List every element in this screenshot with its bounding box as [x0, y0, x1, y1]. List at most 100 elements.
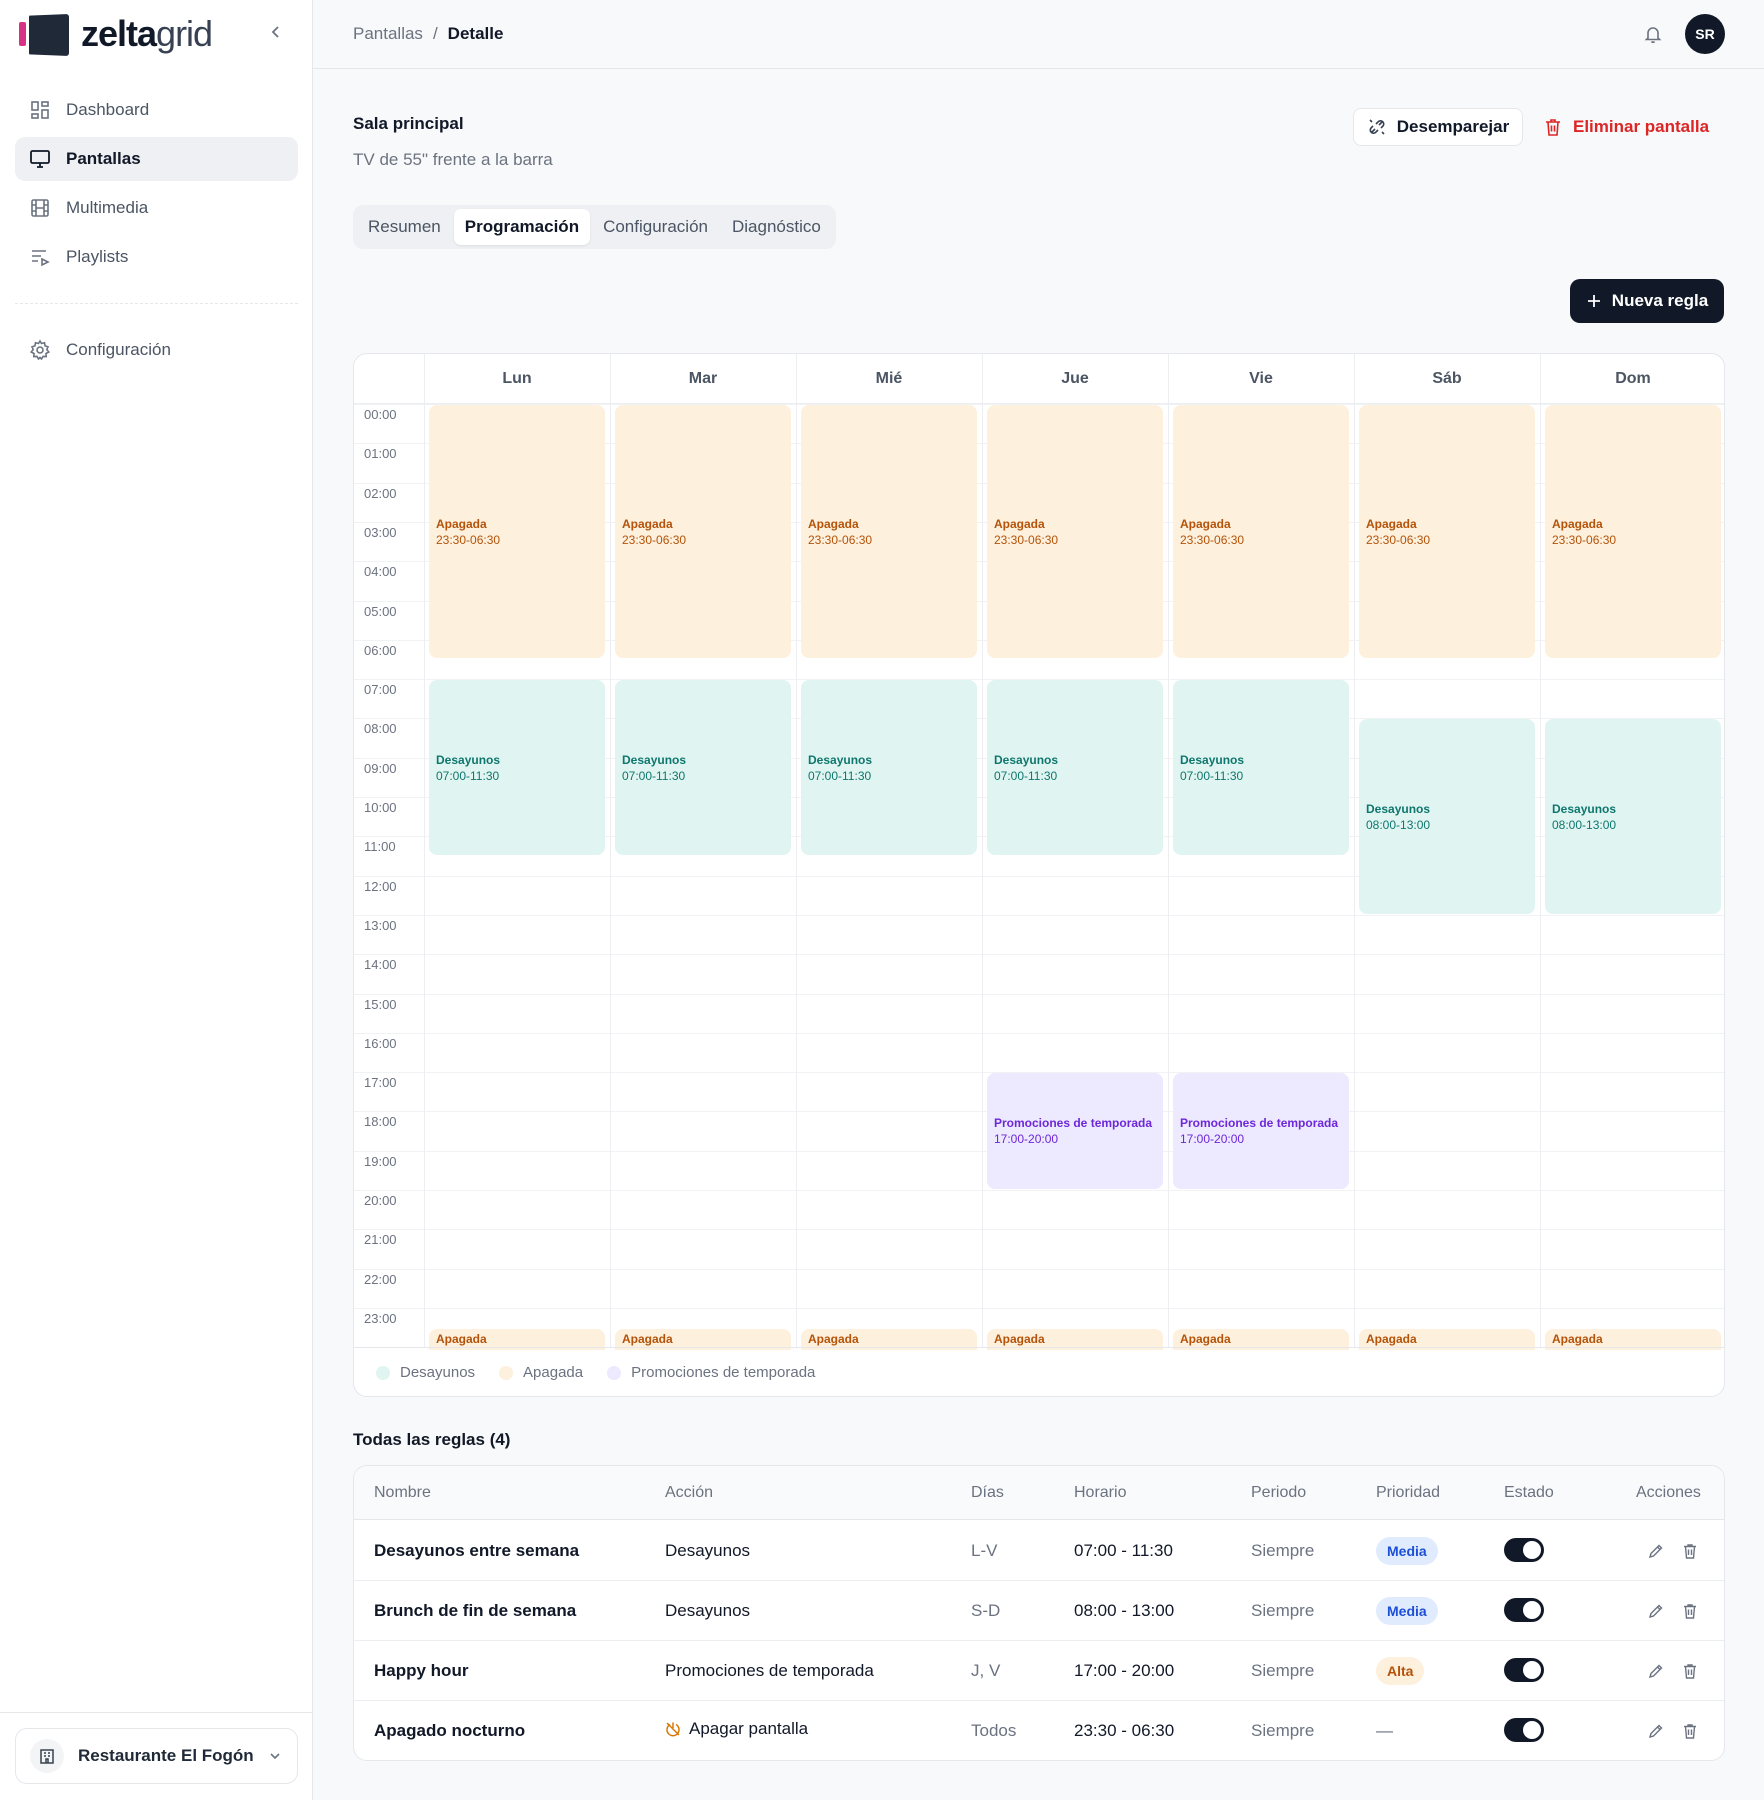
new-rule-button[interactable]: Nueva regla [1570, 279, 1724, 323]
rule-days: Todos [971, 1721, 1017, 1740]
event-time: 07:00-11:30 [1180, 768, 1244, 783]
day-header: Jue [982, 354, 1168, 404]
schedule-event-off[interactable]: Apagada 23:30-06:30 [987, 405, 1163, 659]
event-title: Apagada [1552, 1331, 1603, 1346]
weekly-schedule-calendar: 00:00 01:00 02:00 03:00 04:00 05:00 06:00 07:00… [353, 353, 1725, 1397]
event-title: Apagada [994, 1331, 1045, 1346]
schedule-event-off[interactable]: Apagada 23:30-06:30 [801, 405, 977, 659]
hour-gridline [354, 1307, 1724, 1309]
rule-days: L-V [971, 1541, 998, 1560]
column-header-accion: Acción [665, 1484, 714, 1501]
event-title: Promociones de temporada [1180, 1116, 1339, 1131]
table-row[interactable]: Brunch de fin de semana Desayunos S-D 08… [354, 1581, 1724, 1641]
event-title: Desayunos [436, 752, 501, 767]
schedule-event-bk[interactable]: Desayunos 08:00-13:00 [1545, 719, 1721, 914]
rule-enabled-toggle[interactable] [1504, 1598, 1544, 1622]
sidebar-item-configuracion[interactable]: Configuración [15, 328, 298, 372]
schedule-event-bk[interactable]: Desayunos 07:00-11:30 [1173, 680, 1349, 855]
schedule-event-promo[interactable]: Promociones de temporada 17:00-20:00 [987, 1073, 1163, 1189]
schedule-event-bk[interactable]: Desayunos 07:00-11:30 [429, 680, 605, 855]
tab-configuracion[interactable]: Configuración [592, 209, 719, 245]
event-time: 07:00-11:30 [436, 768, 500, 783]
table-row[interactable]: Apagado nocturno Apagar pantalla Todos 2… [354, 1701, 1724, 1760]
edit-icon[interactable] [1647, 1722, 1665, 1740]
rule-enabled-toggle[interactable] [1504, 1538, 1544, 1562]
delete-screen-button[interactable]: Eliminar pantalla [1543, 108, 1709, 146]
rule-action-label: Apagar pantalla [689, 1719, 809, 1738]
schedule-event-promo[interactable]: Promociones de temporada 17:00-20:00 [1173, 1073, 1349, 1189]
hour-label: 18:00 [364, 1114, 397, 1130]
hour-label: 09:00 [364, 760, 397, 776]
user-avatar[interactable]: SR [1685, 14, 1725, 54]
event-time: 23:30-06:30 [1366, 532, 1431, 547]
tab-diagnostico[interactable]: Diagnóstico [721, 209, 832, 245]
schedule-event-off[interactable]: Apagada 23:30-06:30 [429, 405, 605, 659]
rule-enabled-toggle[interactable] [1504, 1658, 1544, 1682]
new-rule-label: Nueva regla [1611, 291, 1709, 310]
table-row[interactable]: Desayunos entre semana Desayunos L-V 07:… [354, 1521, 1724, 1581]
hour-label: 17:00 [364, 1075, 397, 1091]
tab-programacion[interactable]: Programación [453, 209, 591, 245]
event-time: 17:00-20:00 [994, 1132, 1059, 1147]
screen-title: Sala principal [353, 114, 464, 133]
tab-resumen[interactable]: Resumen [357, 209, 452, 245]
priority-badge: Media [1376, 1597, 1438, 1625]
day-header-gutter [354, 354, 424, 404]
column-header-nombre: Nombre [374, 1484, 431, 1501]
hour-gridline [354, 954, 1724, 956]
schedule-event-off[interactable]: Apagada 23:30-06:30 [1359, 405, 1535, 659]
breadcrumb-current: Detalle [447, 24, 504, 43]
trash-icon[interactable] [1681, 1602, 1699, 1620]
unpair-button[interactable]: Desemparejar [1353, 108, 1523, 146]
event-title: Apagada [808, 1331, 859, 1346]
legend-label: Desayunos [400, 1364, 476, 1381]
trash-icon[interactable] [1681, 1722, 1699, 1740]
schedule-event-bk[interactable]: Desayunos 07:00-11:30 [987, 680, 1163, 855]
sidebar-item-pantallas[interactable]: Pantallas [15, 137, 298, 181]
gear-icon [29, 339, 51, 361]
sidebar-nav: Dashboard Pantallas Multimedia Playlists… [15, 88, 298, 377]
notifications-button[interactable] [1642, 23, 1664, 45]
rule-schedule: 17:00 - 20:00 [1074, 1661, 1175, 1680]
rule-period: Siempre [1251, 1541, 1315, 1560]
event-title: Apagada [436, 516, 487, 531]
breadcrumb-link-pantallas[interactable]: Pantallas [353, 24, 423, 44]
edit-icon[interactable] [1647, 1602, 1665, 1620]
event-title: Apagada [622, 1331, 673, 1346]
schedule-event-bk[interactable]: Desayunos 08:00-13:00 [1359, 719, 1535, 914]
sidebar-footer-divider [0, 1712, 313, 1713]
schedule-event-off[interactable]: Apagada 23:30-06:30 [1173, 405, 1349, 659]
hour-label: 10:00 [364, 800, 397, 815]
trash-icon[interactable] [1681, 1542, 1699, 1560]
table-row[interactable]: Happy hour Promociones de temporada J, V… [354, 1641, 1724, 1701]
collapse-sidebar-button[interactable] [266, 22, 286, 42]
edit-icon[interactable] [1647, 1542, 1665, 1560]
trash-icon[interactable] [1681, 1662, 1699, 1680]
schedule-event-bk[interactable]: Desayunos 07:00-11:30 [615, 680, 791, 855]
day-column-divider [1168, 354, 1169, 1347]
sidebar-item-multimedia[interactable]: Multimedia [15, 186, 298, 230]
film-icon [31, 199, 49, 217]
screen-tabs: Resumen Programación Configuración Diagn… [353, 205, 836, 249]
plus-icon [1587, 295, 1600, 307]
edit-icon[interactable] [1647, 1662, 1665, 1680]
event-title: Apagada [808, 516, 859, 531]
sidebar-item-playlists[interactable]: Playlists [15, 235, 298, 279]
schedule-event-bk[interactable]: Desayunos 07:00-11:30 [801, 680, 977, 855]
column-header-dias: Días [971, 1484, 1004, 1501]
rule-enabled-toggle[interactable] [1504, 1718, 1544, 1742]
chevron-down-icon [270, 1753, 280, 1760]
monitor-icon [30, 150, 50, 168]
brand-logo[interactable]: zeltagrid [19, 12, 213, 56]
hour-label: 21:00 [364, 1232, 397, 1248]
event-title: Desayunos [808, 752, 873, 767]
schedule-event-off[interactable]: Apagada 23:30-06:30 [615, 405, 791, 659]
schedule-event-off[interactable]: Apagada 23:30-06:30 [1545, 405, 1721, 659]
organization-switcher[interactable]: Restaurante El Fogón [15, 1728, 298, 1784]
sidebar: zeltagrid Dashboard Pantallas Multimedia… [0, 0, 313, 1800]
legend-item-apagada: Apagada [499, 1364, 583, 1381]
legend-label: Promociones de temporada [631, 1364, 816, 1381]
hour-label: 07:00 [364, 682, 397, 698]
sidebar-item-dashboard[interactable]: Dashboard [15, 88, 298, 132]
event-title: Apagada [1366, 1331, 1417, 1346]
